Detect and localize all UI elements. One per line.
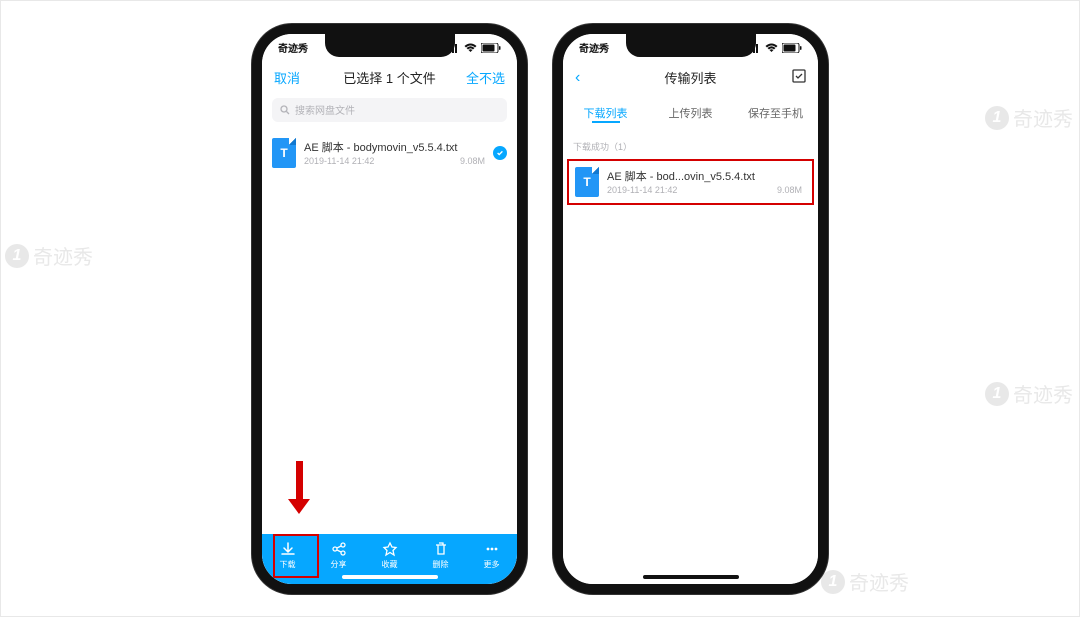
watermark: 1奇迹秀 <box>5 241 93 270</box>
highlight-box: AE 脚本 - bod...ovin_v5.5.4.txt 2019-11-14… <box>567 159 814 205</box>
back-button[interactable]: ‹ <box>575 69 621 87</box>
file-size: 9.08M <box>777 185 806 195</box>
file-name: AE 脚本 - bod...ovin_v5.5.4.txt <box>607 168 806 184</box>
file-row[interactable]: AE 脚本 - bod...ovin_v5.5.4.txt 2019-11-14… <box>569 161 812 203</box>
wifi-icon <box>464 43 477 53</box>
tab-upload-list[interactable]: 上传列表 <box>648 105 733 121</box>
search-placeholder: 搜索网盘文件 <box>295 102 355 117</box>
search-icon <box>280 105 290 115</box>
download-button[interactable]: 下载 <box>267 541 309 570</box>
file-date: 2019-11-14 21:42 <box>607 185 677 195</box>
file-type-icon <box>272 138 296 168</box>
selected-check-icon[interactable] <box>493 146 507 160</box>
watermark: 1奇迹秀 <box>985 103 1073 132</box>
tab-download-list[interactable]: 下载列表 <box>563 105 648 121</box>
page-title: 已选择 1 个文件 <box>320 68 459 87</box>
home-indicator <box>643 575 739 579</box>
more-button[interactable]: 更多 <box>471 541 513 570</box>
file-size: 9.08M <box>460 156 485 166</box>
checklist-icon <box>792 69 806 83</box>
battery-icon <box>782 43 802 53</box>
edit-button[interactable] <box>760 69 806 86</box>
more-icon <box>484 541 500 557</box>
carrier-label: 奇迹秀 <box>579 40 609 55</box>
section-label: 下载成功（1） <box>563 130 818 159</box>
deselect-all-button[interactable]: 全不选 <box>459 68 505 87</box>
search-input[interactable]: 搜索网盘文件 <box>272 98 507 122</box>
file-row[interactable]: AE 脚本 - bodymovin_v5.5.4.txt 2019-11-14 … <box>262 130 517 176</box>
delete-button[interactable]: 删除 <box>420 541 462 570</box>
notch <box>626 33 756 57</box>
nav-header: 取消 已选择 1 个文件 全不选 <box>262 60 517 96</box>
page-title: 传输列表 <box>621 68 760 87</box>
phone-left: 奇迹秀 取消 已选择 1 个文件 全不选 搜索网盘文件 AE 脚本 - body… <box>252 24 527 594</box>
wifi-icon <box>765 43 778 53</box>
carrier-label: 奇迹秀 <box>278 40 308 55</box>
home-indicator <box>342 575 438 579</box>
file-type-icon <box>575 167 599 197</box>
share-icon <box>331 541 347 557</box>
notch <box>325 33 455 57</box>
share-button[interactable]: 分享 <box>318 541 360 570</box>
tab-save-to-phone[interactable]: 保存至手机 <box>733 105 818 121</box>
watermark: 1奇迹秀 <box>821 567 909 596</box>
download-icon <box>280 541 296 557</box>
star-icon <box>382 541 398 557</box>
trash-icon <box>433 541 449 557</box>
favorite-button[interactable]: 收藏 <box>369 541 411 570</box>
battery-icon <box>481 43 501 53</box>
file-date: 2019-11-14 21:42 <box>304 156 374 166</box>
phone-right: 奇迹秀 ‹ 传输列表 下载列表 上传列表 保存至手机 下载成功（1） AE 脚本… <box>553 24 828 594</box>
file-name: AE 脚本 - bodymovin_v5.5.4.txt <box>304 139 485 155</box>
watermark: 1奇迹秀 <box>985 379 1073 408</box>
tab-bar: 下载列表 上传列表 保存至手机 <box>563 96 818 130</box>
cancel-button[interactable]: 取消 <box>274 68 320 87</box>
nav-header: ‹ 传输列表 <box>563 60 818 96</box>
